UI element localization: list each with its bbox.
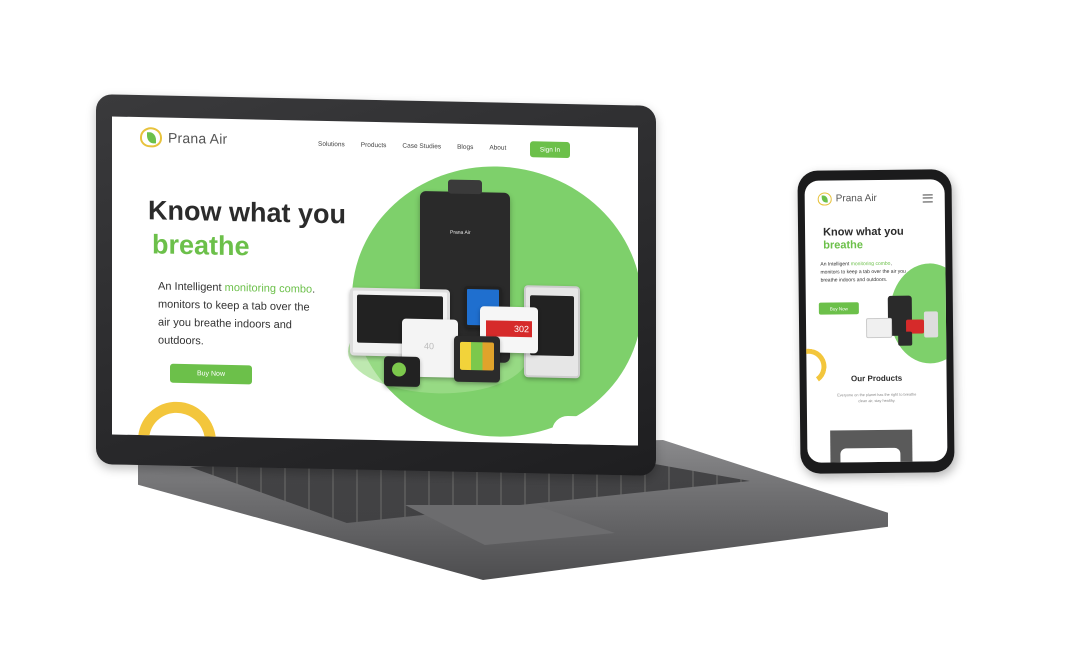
site-logo[interactable]: Prana Air xyxy=(140,127,227,149)
mobile-devices-image xyxy=(862,295,945,354)
small-monitor-image xyxy=(384,356,420,387)
hero-sub-prefix: An Intelligent xyxy=(158,280,225,294)
brand-name: Prana Air xyxy=(168,129,228,147)
hero-title: Know what you breathe xyxy=(148,193,346,265)
color-display-monitor-image xyxy=(454,335,500,383)
red-display-value: 302 xyxy=(486,320,532,338)
hero-title-line2: breathe xyxy=(152,229,250,262)
mobile-site-logo[interactable]: Prana Air xyxy=(817,192,877,206)
buy-now-button[interactable]: Buy Now xyxy=(170,363,252,385)
hamburger-menu-icon[interactable] xyxy=(922,194,933,203)
nav-item-blogs[interactable]: Blogs xyxy=(457,144,473,151)
product-card[interactable] xyxy=(830,429,913,463)
our-products-heading: Our Products xyxy=(850,373,903,384)
hero-subtitle: An Intelligent monitoring combo. monitor… xyxy=(158,277,318,352)
mobile-title-line1: Know what you xyxy=(823,225,904,239)
phone-frame: Prana Air Know what you breathe An Intel… xyxy=(797,169,955,474)
mobile-buy-now-button[interactable]: Buy Now xyxy=(818,302,859,315)
leaf-logo-icon xyxy=(140,127,162,148)
nav-item-solutions[interactable]: Solutions xyxy=(318,141,345,149)
tower-label: Prana Air xyxy=(450,229,471,237)
mobile-sub-highlight: monitoring combo xyxy=(850,260,891,268)
main-nav: Solutions Products Case Studies Blogs Ab… xyxy=(318,141,506,152)
sensor-display-value: 40 xyxy=(424,341,435,352)
sign-in-button[interactable]: Sign In xyxy=(530,141,570,159)
nav-item-about[interactable]: About xyxy=(489,144,506,151)
mobile-title-line2: breathe xyxy=(823,239,864,252)
mobile-sub-prefix: An Intelligent xyxy=(820,261,851,268)
mobile-hero-subtitle: An Intelligent monitoring combo, monitor… xyxy=(820,260,910,285)
our-products-subtitle: Everyone on the planet has the right to … xyxy=(837,392,917,404)
nav-item-products[interactable]: Products xyxy=(361,142,387,150)
phone-screen: Prana Air Know what you breathe An Intel… xyxy=(804,179,948,463)
product-card-inner xyxy=(840,447,901,463)
mobile-leaf-logo-icon xyxy=(817,192,832,206)
hero-title-line1: Know what you xyxy=(148,195,346,230)
laptop-screen: Prana Air Solutions Products Case Studie… xyxy=(112,116,638,446)
mobile-hero-title: Know what you breathe xyxy=(823,226,904,253)
nav-item-case-studies[interactable]: Case Studies xyxy=(402,143,441,151)
mobile-brand-name: Prana Air xyxy=(835,192,877,205)
hero-sub-highlight: monitoring combo xyxy=(224,281,313,296)
hero-corner-card xyxy=(552,415,638,446)
